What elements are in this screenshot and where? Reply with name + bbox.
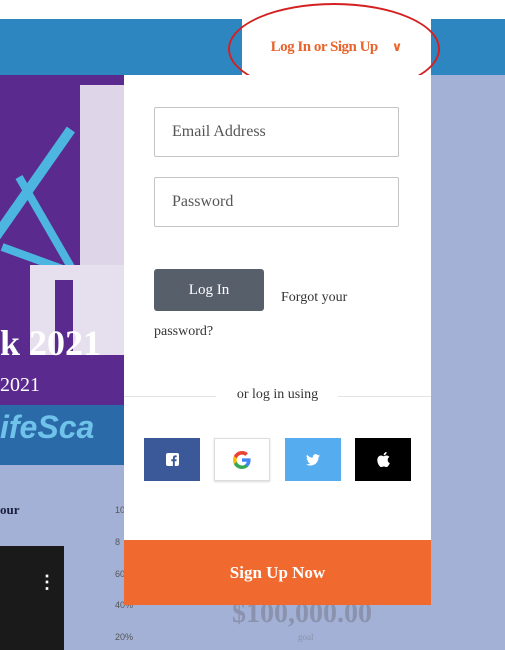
chevron-down-icon: ∨ xyxy=(391,39,403,55)
login-button[interactable]: Log In xyxy=(154,269,264,311)
login-dropdown: Forgot your password? Log In or log in u… xyxy=(124,75,431,605)
banner-title: k 2021 xyxy=(0,323,102,363)
apple-login-button[interactable] xyxy=(355,438,411,481)
twitter-icon xyxy=(306,453,320,466)
axis-tick: 8 xyxy=(115,537,121,547)
login-signup-toggle[interactable]: Log In or Sign Up ∨ xyxy=(242,19,431,75)
google-login-button[interactable] xyxy=(214,438,270,481)
facebook-icon xyxy=(165,453,179,466)
apple-icon xyxy=(376,452,390,467)
goal-label: goal xyxy=(298,632,314,642)
or-login-using-text: or log in using xyxy=(236,387,319,402)
axis-tick: 20% xyxy=(115,632,134,642)
top-gap xyxy=(0,0,505,19)
sign-up-now-button[interactable]: Sign Up Now xyxy=(124,540,431,605)
login-signup-label: Log In or Sign Up xyxy=(270,38,379,55)
facebook-login-button[interactable] xyxy=(144,438,200,481)
email-field[interactable] xyxy=(154,107,399,157)
video-thumbnail[interactable] xyxy=(0,546,64,650)
section-label: our xyxy=(0,502,20,517)
banner-panel xyxy=(80,85,125,285)
banner-stripe xyxy=(0,126,75,264)
more-options-icon[interactable]: ⋮ xyxy=(38,572,56,593)
banner-brand: ifeSca xyxy=(0,409,95,445)
google-icon xyxy=(233,450,251,469)
password-field[interactable] xyxy=(154,177,399,227)
twitter-login-button[interactable] xyxy=(285,438,341,481)
banner-year: 2021 xyxy=(0,374,40,396)
